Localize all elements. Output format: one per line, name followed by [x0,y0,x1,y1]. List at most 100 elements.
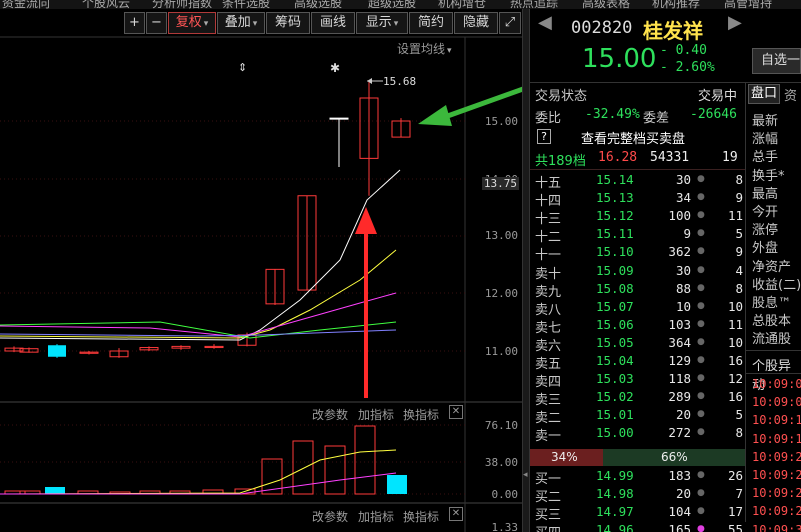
ind-axis-label: 38.00 [484,456,518,469]
divider [745,82,746,522]
level-count: 10 [727,298,743,314]
level-volume: 88 [675,280,691,296]
ask-row[interactable]: 卖十 15.09 30 ● 4 [533,262,743,282]
add-indicator-button[interactable]: 加指标 [358,508,394,525]
dot-icon: ● [697,488,705,499]
level-volume: 9 [683,226,691,242]
splitter-arrow-icon[interactable]: ◂ [523,470,528,480]
ask-row[interactable]: 卖五 15.04 129 ● 16 [533,353,743,372]
level-label: 买二 [535,490,562,506]
adjust-button[interactable]: 复权 ▾ [168,12,216,34]
tab-handicap[interactable]: 盘口 [748,84,780,104]
draw-line-button[interactable]: 画线 [311,12,355,34]
simple-button[interactable]: 简约 [409,12,453,34]
anomaly-time[interactable]: 10:09:2 [752,504,801,518]
help-icon[interactable]: ? [537,129,551,144]
overlay-button[interactable]: 叠加 ▾ [217,12,265,34]
ask-row[interactable]: 卖一 15.00 272 ● 8 [533,425,743,444]
top-menu-item[interactable]: 机构推荐 [652,0,700,9]
bid-row[interactable]: 买一 14.99 183 ● 26 [533,468,743,487]
self-select-separator: 一 [787,53,801,68]
level-count: 10 [727,334,743,350]
top-menu-item[interactable]: 高管增持 [724,0,772,9]
top-menu-item[interactable]: 高级表格 [582,0,630,9]
price-axis-label: 13.00 [484,229,518,242]
chips-button[interactable]: 筹码 [266,12,310,34]
self-select-button[interactable]: 自选一 [752,48,801,74]
level-volume: 289 [668,389,691,405]
level-price: 15.06 [596,316,634,332]
level-price: 15.07 [596,298,634,314]
ask-row[interactable]: 十五 15.14 30 ● 8 [533,172,743,191]
next-stock-icon[interactable]: ▶ [728,12,742,33]
ask-row[interactable]: 十四 15.13 34 ● 9 [533,190,743,210]
anomaly-time[interactable]: 10:09:3 [752,523,801,532]
ask-row[interactable]: 卖八 15.07 10 ● 10 [533,298,743,318]
display-button[interactable]: 显示 ▾ [356,12,408,34]
level-label: 十五 [535,176,562,191]
ask-row[interactable]: 十一 15.10 362 ● 9 [533,244,743,263]
ask-row[interactable]: 卖九 15.08 88 ● 8 [533,280,743,300]
ma-setting-button[interactable]: 设置均线 ▾ [397,40,452,57]
ask-row[interactable]: 卖四 15.03 118 ● 12 [533,371,743,390]
level-volume: 20 [675,486,691,502]
total-levels-label: 共189档 [535,154,586,169]
bid-row[interactable]: 买三 14.97 104 ● 17 [533,504,743,523]
level-volume: 30 [675,262,691,278]
level-label: 买一 [535,472,562,487]
green-arrow-head [418,105,452,126]
add-indicator-button[interactable]: 加指标 [358,406,394,423]
anomaly-time[interactable]: 10:09:2 [752,450,801,464]
ask-row[interactable]: 十三 15.12 100 ● 11 [533,208,743,228]
price-change: - 0.40 [660,43,707,58]
switch-indicator-button[interactable]: 换指标 [403,406,439,423]
bid-row[interactable]: 买二 14.98 20 ● 7 [533,486,743,506]
level-label: 十三 [535,212,562,228]
kline-chart[interactable]: 15.68 ⇕ ✱ [0,0,530,532]
level-price: 14.96 [596,522,634,532]
divider [746,350,801,351]
close-icon[interactable]: ✕ [449,507,463,521]
ask-row[interactable]: 卖三 15.02 289 ● 16 [533,389,743,408]
close-icon[interactable]: ✕ [449,405,463,419]
hide-button[interactable]: 隐藏 [454,12,498,34]
level-price: 15.12 [596,208,634,224]
quote-field-label: 总手 [752,150,779,166]
change-params-button[interactable]: 改参数 [312,508,348,525]
anomaly-time[interactable]: 10:09:1 [752,413,801,427]
quote-field-label: 流通股 [752,332,792,348]
price-axis-label: 11.00 [484,345,518,358]
bid-row[interactable]: 买四 14.96 165 ● 55 [533,522,743,532]
dot-icon: ● [697,355,705,365]
level-volume: 183 [668,468,691,483]
event-marker: ⇕ [238,61,247,74]
dot-icon: ● [697,246,705,257]
ask-row[interactable]: 卖六 15.05 364 ● 10 [533,334,743,354]
ask-row[interactable]: 卖七 15.06 103 ● 11 [533,316,743,336]
level-price: 15.05 [596,334,634,350]
change-params-button[interactable]: 改参数 [312,406,348,423]
anomaly-time[interactable]: 10:09:1 [752,432,801,446]
level-count: 11 [727,208,743,224]
zoom-out-button[interactable]: − [146,12,167,34]
switch-indicator-button[interactable]: 换指标 [403,508,439,525]
dot-icon: ● [697,506,705,517]
level-label: 十四 [535,194,562,210]
tab-funds[interactable]: 资 [784,85,797,104]
panel-splitter[interactable] [522,9,530,532]
level-label: 卖二 [535,411,562,427]
ask-row[interactable]: 卖二 15.01 20 ● 5 [533,407,743,427]
zoom-in-button[interactable]: + [124,12,145,34]
level-count: 11 [727,316,743,332]
divider [530,82,801,83]
anomaly-time[interactable]: 10:09:2 [752,468,801,482]
fullscreen-icon[interactable]: ⤢ [499,12,521,34]
level-price: 15.02 [596,389,634,405]
anomaly-time[interactable]: 10:09:0 [752,377,801,391]
prev-stock-icon[interactable]: ◀ [538,12,552,33]
ask-row[interactable]: 十二 15.11 9 ● 5 [533,226,743,245]
anomaly-time[interactable]: 10:09:0 [752,395,801,409]
level-volume: 100 [668,208,691,224]
anomaly-time[interactable]: 10:09:2 [752,486,801,500]
full-book-button[interactable]: 查看完整档买卖盘 [581,128,685,147]
